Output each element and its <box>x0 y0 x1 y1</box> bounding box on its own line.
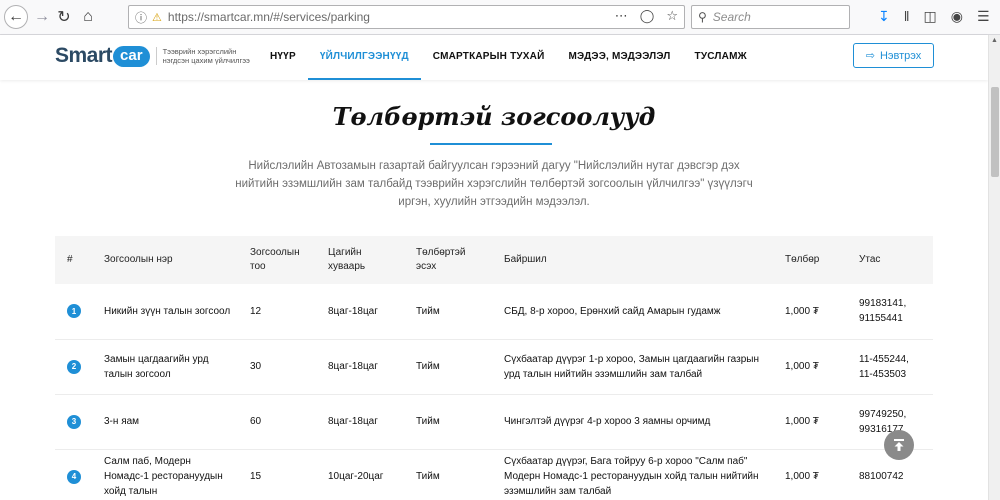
cell-phone: 99183141, 91155441 <box>851 284 933 340</box>
address-bar[interactable]: ⓘ ⚠ https://smartcar.mn/#/services/parki… <box>128 5 685 29</box>
search-icon: ⚲ <box>698 10 707 24</box>
search-placeholder: Search <box>712 10 751 24</box>
login-label: Нэвтрэх <box>879 49 922 62</box>
cell-fee: 1,000 ₮ <box>777 339 851 395</box>
page-actions-icon[interactable]: ⋯ <box>615 8 628 24</box>
table-row[interactable]: 1 Никийн зүүн талын зогсоол 12 8цаг-18ца… <box>55 284 933 340</box>
title-underline <box>430 143 552 145</box>
nav-item-about[interactable]: СМАРТКАРЫН ТУХАЙ <box>421 35 557 80</box>
site-header: Smart car Тээврийн хэрэгслийн нэгдсэн ца… <box>0 35 988 80</box>
header-paid: Төлбөртэй эсэх <box>416 247 466 272</box>
cell-name: 3-н яам <box>96 394 242 450</box>
header-location: Байршил <box>504 254 547 265</box>
cell-hours: 10цаг-20цаг <box>320 449 408 500</box>
row-number-badge: 4 <box>67 469 81 484</box>
search-bar[interactable]: ⚲ Search <box>691 5 850 29</box>
cell-hours: 8цаг-18цаг <box>320 394 408 450</box>
cell-hours: 8цаг-18цаг <box>320 284 408 340</box>
cell-phone: 11-455244, 11-453503 <box>851 339 933 395</box>
main-content: Төлбөртэй зогсоолууд Нийслэлийн Автозамы… <box>0 80 988 500</box>
arrow-right-icon: → <box>34 8 50 25</box>
table-header-row: # Зогсоолын нэр Зогсоолын тоо Цагийн хув… <box>55 236 933 284</box>
page-title: Төлбөртэй зогсоолууд <box>332 102 656 131</box>
cell-count: 30 <box>242 339 320 395</box>
main-nav: НҮҮР ҮЙЛЧИЛГЭЭНҮҮД СМАРТКАРЫН ТУХАЙ МЭДЭ… <box>258 35 759 80</box>
cell-paid: Тийм <box>408 449 496 500</box>
login-button[interactable]: ⇨ Нэвтрэх <box>853 43 934 68</box>
nav-item-services[interactable]: ҮЙЛЧИЛГЭЭНҮҮД <box>307 35 421 80</box>
cell-fee: 1,000 ₮ <box>777 284 851 340</box>
cell-location: Сүхбаатар дүүрэг, Бага тойруу 6-р хороо … <box>496 449 777 500</box>
login-icon: ⇨ <box>865 50 875 62</box>
row-number-badge: 3 <box>67 414 81 429</box>
table-row[interactable]: 2 Замын цагдаагийн урд талын зогсоол 30 … <box>55 339 933 395</box>
page-scrollbar[interactable]: ▲ <box>988 35 1000 500</box>
bookmark-star-icon[interactable]: ☆ <box>666 8 678 24</box>
pocket-icon[interactable]: ◯ <box>640 8 655 24</box>
reload-button[interactable]: ↻ <box>52 5 76 29</box>
insecure-lock-icon[interactable]: ⚠ <box>152 11 162 24</box>
cell-paid: Тийм <box>408 394 496 450</box>
scroll-to-top-button[interactable] <box>884 430 914 460</box>
row-number-badge: 2 <box>67 359 81 374</box>
cell-name: Никийн зүүн талын зогсоол <box>96 284 242 340</box>
nav-item-home[interactable]: НҮҮР <box>258 35 308 80</box>
cell-name: Салм паб, Модерн Номадс-1 ресторануудын … <box>96 449 242 500</box>
logo[interactable]: Smart car Тээврийн хэрэгслийн нэгдсэн ца… <box>55 44 251 68</box>
header-count: Зогсоолын тоо <box>250 247 300 272</box>
cell-count: 12 <box>242 284 320 340</box>
parking-table: # Зогсоолын нэр Зогсоолын тоо Цагийн хув… <box>55 236 933 500</box>
library-icon[interactable]: ‖ <box>904 8 910 25</box>
account-icon[interactable]: ◉ <box>951 8 963 25</box>
scrollbar-thumb[interactable] <box>991 87 999 177</box>
cell-location: Сүхбаатар дүүрэг 1-р хороо, Замын цагдаа… <box>496 339 777 395</box>
table-row[interactable]: 3 3-н яам 60 8цаг-18цаг Тийм Чингэлтэй д… <box>55 394 933 450</box>
nav-item-news[interactable]: МЭДЭЭ, МЭДЭЭЛЭЛ <box>556 35 682 80</box>
browser-toolbar: ← → ↻ ⌂ ⓘ ⚠ https://smartcar.mn/#/servic… <box>0 0 1000 35</box>
cell-location: Чингэлтэй дүүрэг 4-р хороо 3 яамны орчим… <box>496 394 777 450</box>
arrow-left-icon: ← <box>8 8 24 25</box>
header-fee: Төлбөр <box>785 254 820 265</box>
logo-tagline: Тээврийн хэрэгслийн нэгдсэн цахим үйлчил… <box>155 47 251 65</box>
row-number-badge: 1 <box>67 304 81 319</box>
header-phone: Утас <box>859 254 881 265</box>
header-index: # <box>67 254 73 265</box>
home-button[interactable]: ⌂ <box>76 5 100 29</box>
arrow-up-icon <box>894 439 904 451</box>
header-name: Зогсоолын нэр <box>104 254 173 265</box>
cell-paid: Тийм <box>408 284 496 340</box>
cell-count: 60 <box>242 394 320 450</box>
cell-fee: 1,000 ₮ <box>777 394 851 450</box>
sidebar-icon[interactable]: ◫ <box>924 8 937 25</box>
cell-hours: 8цаг-18цаг <box>320 339 408 395</box>
cell-name: Замын цагдаагийн урд талын зогсоол <box>96 339 242 395</box>
table-row[interactable]: 4 Салм паб, Модерн Номадс-1 ресторанууды… <box>55 449 933 500</box>
cell-count: 15 <box>242 449 320 500</box>
cell-paid: Тийм <box>408 339 496 395</box>
back-button[interactable]: ← <box>4 5 28 29</box>
nav-item-help[interactable]: ТУСЛАМЖ <box>683 35 759 80</box>
forward-button[interactable]: → <box>30 5 54 29</box>
header-hours: Цагийн хуваарь <box>328 247 366 272</box>
download-icon[interactable]: ↧ <box>878 8 890 25</box>
reload-icon: ↻ <box>57 9 71 26</box>
cell-location: СБД, 8-р хороо, Ерөнхий сайд Амарын гуда… <box>496 284 777 340</box>
logo-car-text: car <box>113 45 150 67</box>
home-icon: ⌂ <box>83 8 93 25</box>
info-icon: ⓘ <box>135 10 148 25</box>
scroll-up-arrow-icon[interactable]: ▲ <box>991 37 998 44</box>
logo-smart-text: Smart <box>55 44 113 67</box>
url-text[interactable]: https://smartcar.mn/#/services/parking <box>168 10 370 24</box>
menu-icon[interactable]: ☰ <box>977 8 990 25</box>
cell-fee: 1,000 ₮ <box>777 449 851 500</box>
page-intro: Нийслэлийн Автозамын газартай байгуулсан… <box>235 160 753 208</box>
